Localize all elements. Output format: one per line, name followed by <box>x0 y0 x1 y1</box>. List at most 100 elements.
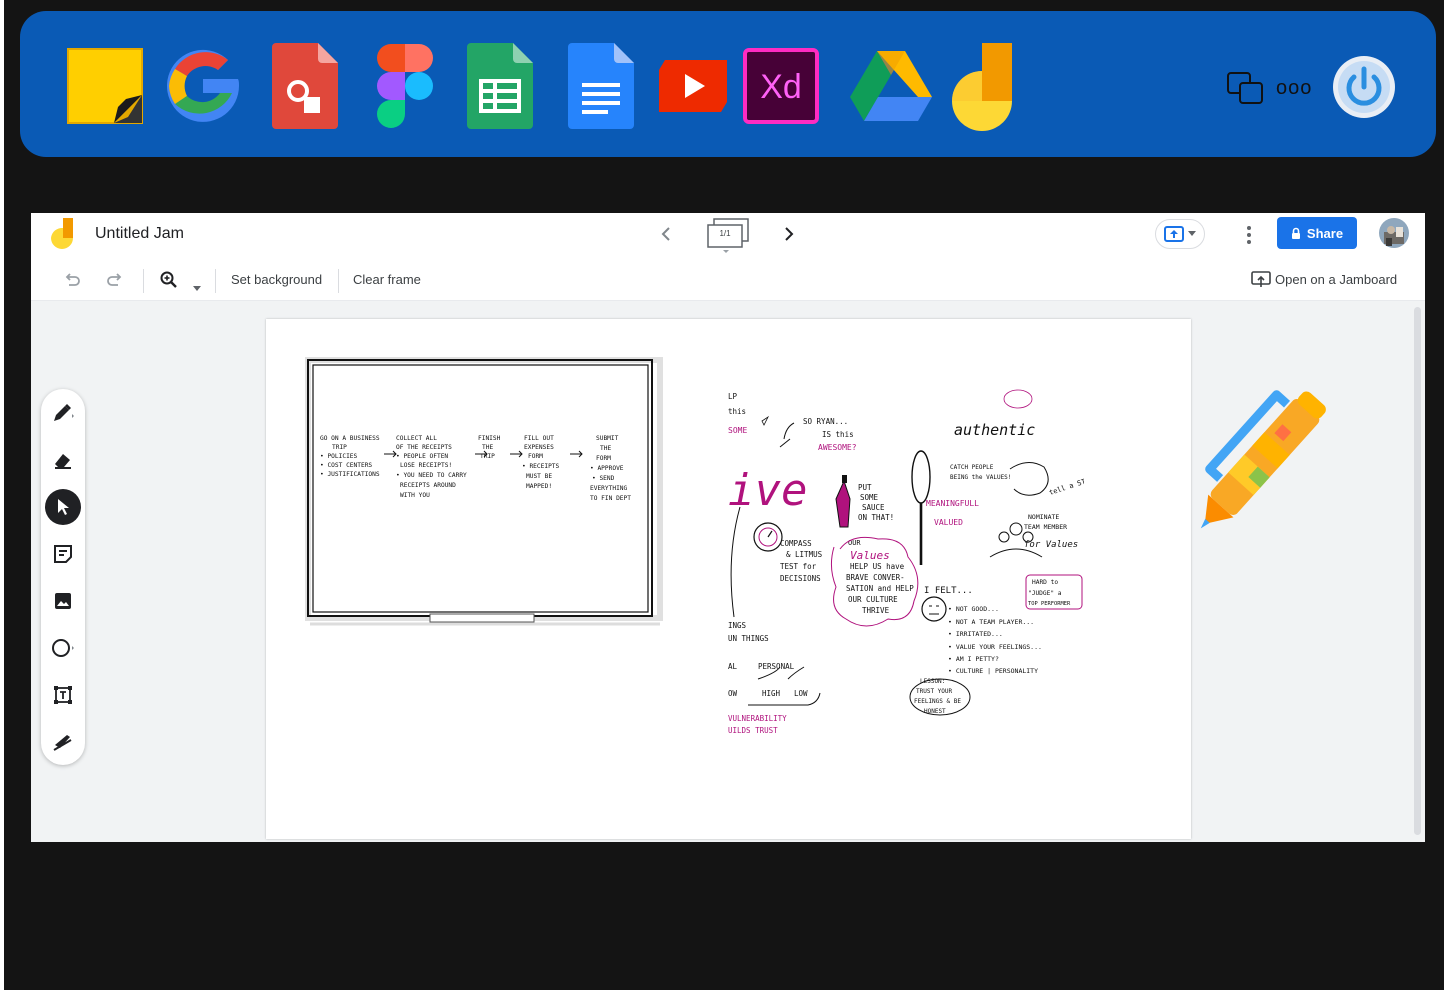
share-label: Share <box>1306 225 1344 241</box>
sketch-text: OUR CULTURE <box>848 595 898 604</box>
zoom-dropdown-icon[interactable] <box>193 278 201 296</box>
sketch-text: HARD to <box>1032 579 1058 586</box>
sketchnote-drawing[interactable]: LP this SO RYAN... IS this PUT SOME SAUC… <box>728 387 1084 743</box>
step-5-line: • APPROVE <box>590 465 624 472</box>
set-background-button[interactable]: Set background <box>231 272 322 287</box>
figma-app-icon[interactable] <box>362 41 448 131</box>
sketch-text: TRUST YOUR <box>916 688 953 695</box>
open-on-jamboard-button[interactable]: Open on a Jamboard <box>1275 272 1397 287</box>
window-switch-icon[interactable] <box>1226 71 1266 112</box>
sketch-text: CATCH PEOPLE <box>950 464 994 471</box>
youtube-app-icon[interactable] <box>650 41 736 131</box>
jamboard-window: Untitled Jam 1/1 Share Set background Cl… <box>31 213 1425 842</box>
step-5-line: EVERYTHING <box>590 485 628 492</box>
sketch-text: AL <box>728 662 738 671</box>
pen-illustration[interactable] <box>1169 362 1361 552</box>
step-2-line: • PEOPLE OFTEN <box>396 453 448 460</box>
frame-bar[interactable]: 1/1 <box>706 217 750 253</box>
undo-icon[interactable] <box>63 271 81 294</box>
step-1-line: • COST CENTERS <box>320 462 372 469</box>
adobe-xd-app-icon[interactable]: Xd <box>738 41 824 131</box>
step-1-line: • JUSTIFICATIONS <box>320 471 380 478</box>
sketch-text: SOME <box>860 493 879 502</box>
google-app-icon[interactable] <box>160 41 246 131</box>
sticky-note-tool[interactable] <box>45 536 81 572</box>
shape-tool[interactable] <box>45 630 81 666</box>
previous-frame-icon[interactable] <box>658 224 674 249</box>
jam-canvas-frame[interactable]: GO ON A BUSINESS TRIP • POLICIES • COST … <box>266 319 1191 839</box>
clear-frame-button[interactable]: Clear frame <box>353 272 421 287</box>
google-docs-app-icon[interactable] <box>558 41 644 131</box>
sketch-text: ON THAT! <box>858 513 894 522</box>
sketch-text: authentic <box>954 421 1035 439</box>
sketch-text: SATION and HELP <box>846 584 914 593</box>
vertical-scrollbar[interactable] <box>1414 307 1421 835</box>
step-5-line: FORM <box>596 455 611 462</box>
step-4-line: FILL OUT <box>524 435 554 442</box>
cast-jamboard-icon[interactable] <box>1251 271 1271 294</box>
sketch-text: Values <box>850 549 890 562</box>
step-5-line: THE <box>600 445 611 452</box>
sticky-note-icon <box>54 545 72 563</box>
eraser-tool[interactable] <box>45 442 81 478</box>
step-3-line: TRIP <box>480 453 495 460</box>
sketch-text: • CULTURE | PERSONALITY <box>948 667 1038 675</box>
step-2-line: WITH YOU <box>400 492 430 499</box>
step-4-line: EXPENSES <box>524 444 554 451</box>
sketch-text: INGS <box>728 621 747 630</box>
sketch-text: TEST for <box>780 562 817 571</box>
step-1-line: GO ON A BUSINESS <box>320 435 380 442</box>
select-tool[interactable] <box>45 489 81 525</box>
sketch-text: I FELT... <box>924 586 973 596</box>
sticky-notes-app-icon[interactable] <box>62 41 148 131</box>
jamboard-logo-icon[interactable] <box>49 217 75 256</box>
sketch-text: SOME <box>728 426 747 435</box>
jam-title[interactable]: Untitled Jam <box>95 225 184 243</box>
sketch-text: • NOT GOOD... <box>948 605 999 613</box>
sketch-text: "JUDGE" a <box>1028 590 1062 597</box>
google-sheets-app-icon[interactable] <box>457 41 543 131</box>
cursor-icon <box>58 499 69 515</box>
step-4-line: MAPPED! <box>526 483 552 490</box>
toolbar-divider <box>215 269 216 293</box>
sketch-text: FEELINGS & BE <box>914 698 961 705</box>
step-2-line: RECEIPTS AROUND <box>400 482 456 489</box>
present-icon <box>1164 226 1184 242</box>
more-apps-icon[interactable]: ooo <box>1276 77 1312 100</box>
sketch-text: UN THINGS <box>728 634 769 643</box>
image-icon <box>55 593 71 609</box>
google-slides-app-icon[interactable] <box>262 41 348 131</box>
jamboard-app-icon[interactable] <box>938 41 1024 131</box>
sketch-text: LOW <box>794 689 808 698</box>
pen-tool[interactable] <box>45 395 81 431</box>
step-4-line: • RECEIPTS <box>522 463 560 470</box>
desktop-screen: Xd ooo Untitled Jam 1/1 Share Set backgr… <box>4 0 1444 990</box>
share-button[interactable]: Share <box>1277 217 1357 249</box>
avatar[interactable] <box>1379 218 1409 253</box>
next-frame-icon[interactable] <box>781 224 797 249</box>
laser-tool[interactable] <box>45 724 81 760</box>
lock-icon <box>1291 227 1300 239</box>
sketch-text: this <box>728 407 746 416</box>
sketch-text: HELP US have <box>850 562 905 571</box>
step-3-line: FINISH <box>478 435 501 442</box>
jam-top-bar: Untitled Jam 1/1 Share <box>31 213 1425 259</box>
eraser-icon <box>55 454 71 469</box>
sketch-text: for Values <box>1024 540 1078 550</box>
step-2-line: COLLECT ALL <box>396 435 437 442</box>
google-drive-app-icon[interactable] <box>848 41 934 131</box>
sketch-text: tell a STORY <box>1048 473 1084 496</box>
step-3-line: THE <box>482 444 493 451</box>
sketch-text: THRIVE <box>862 606 890 615</box>
step-4-line: FORM <box>528 453 543 460</box>
present-button[interactable] <box>1155 219 1205 249</box>
step-4-line: MUST BE <box>526 473 552 480</box>
whiteboard-drawing[interactable]: GO ON A BUSINESS TRIP • POLICIES • COST … <box>304 356 666 634</box>
zoom-icon[interactable] <box>159 270 179 295</box>
power-icon[interactable] <box>1332 55 1396 124</box>
text-box-tool[interactable] <box>45 677 81 713</box>
redo-icon[interactable] <box>106 271 124 294</box>
more-options-icon[interactable] <box>1243 223 1255 252</box>
step-5-line: TO FIN DEPT <box>590 495 631 502</box>
image-tool[interactable] <box>45 583 81 619</box>
